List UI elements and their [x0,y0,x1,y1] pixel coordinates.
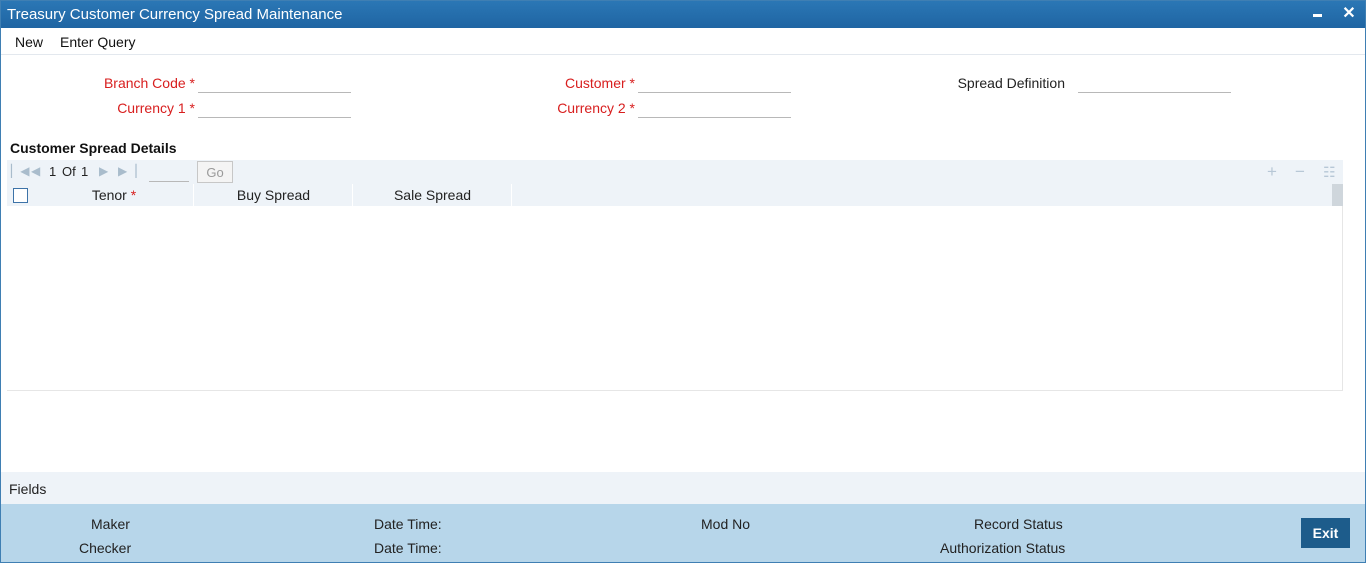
branch-code-field[interactable] [198,71,351,93]
close-icon[interactable]: ✕ [1339,4,1359,24]
first-page-icon[interactable]: ▏◀ [11,164,29,178]
fields-label[interactable]: Fields [9,481,46,497]
grid-scrollbar[interactable] [1332,184,1343,206]
checker-date-time-label: Date Time: [374,540,442,556]
menu-bar: New Enter Query [1,28,1365,55]
column-header-sale-spread[interactable]: Sale Spread [354,184,512,206]
prev-page-icon[interactable]: ◀ [31,164,40,178]
last-page-icon[interactable]: ▶▕ [118,164,136,178]
grid-body [7,206,1343,391]
title-bar: Treasury Customer Currency Spread Mainte… [1,1,1365,28]
customer-field[interactable] [638,71,791,93]
spread-definition-label: Spread Definition [957,75,1065,91]
total-pages: 1 [81,164,89,179]
mod-no-label: Mod No [701,516,751,532]
customer-label: Customer * [564,75,635,91]
column-header-tenor[interactable]: Tenor * [35,184,194,206]
select-all-checkbox[interactable] [13,188,28,203]
authorization-status-label: Authorization Status [940,540,1066,556]
add-row-icon[interactable]: + [1267,162,1277,182]
current-page: 1 [49,164,57,179]
page-number-input[interactable] [149,162,189,182]
currency-1-field[interactable] [198,96,351,118]
currency-2-field[interactable] [638,96,791,118]
page-of-label: Of [62,164,76,179]
exit-button[interactable]: Exit [1301,518,1350,548]
new-menu-item[interactable]: New [15,34,43,50]
currency-1-label: Currency 1 * [117,100,195,116]
app-window: Treasury Customer Currency Spread Mainte… [0,0,1366,563]
checker-label: Checker [79,540,132,556]
grid-pager: ▏◀ ◀ 1 Of 1 ▶ ▶▕ Go + − ☷ [7,160,1343,184]
single-view-icon[interactable]: ☷ [1323,164,1336,181]
record-status-label: Record Status [974,516,1063,532]
spread-definition-field[interactable] [1078,71,1231,93]
minimize-icon[interactable] [1307,4,1327,24]
branch-code-label: Branch Code * [103,75,195,91]
enter-query-menu-item[interactable]: Enter Query [60,34,135,50]
next-page-icon[interactable]: ▶ [99,164,108,178]
currency-2-label: Currency 2 * [557,100,635,116]
fields-bar[interactable]: Fields [1,472,1365,504]
maker-label: Maker [91,516,130,532]
column-header-buy-spread[interactable]: Buy Spread [195,184,353,206]
go-button[interactable]: Go [197,161,233,183]
grid-header: Tenor * Buy Spread Sale Spread [7,184,1343,206]
maker-date-time-label: Date Time: [374,516,442,532]
delete-row-icon[interactable]: − [1295,162,1305,182]
tenor-required-mark: * [130,187,137,203]
audit-footer: Maker Checker Date Time: Date Time: Mod … [1,504,1365,562]
customer-spread-details-title: Customer Spread Details [10,140,177,156]
window-title: Treasury Customer Currency Spread Mainte… [7,6,343,23]
tenor-header-label: Tenor [91,187,127,203]
